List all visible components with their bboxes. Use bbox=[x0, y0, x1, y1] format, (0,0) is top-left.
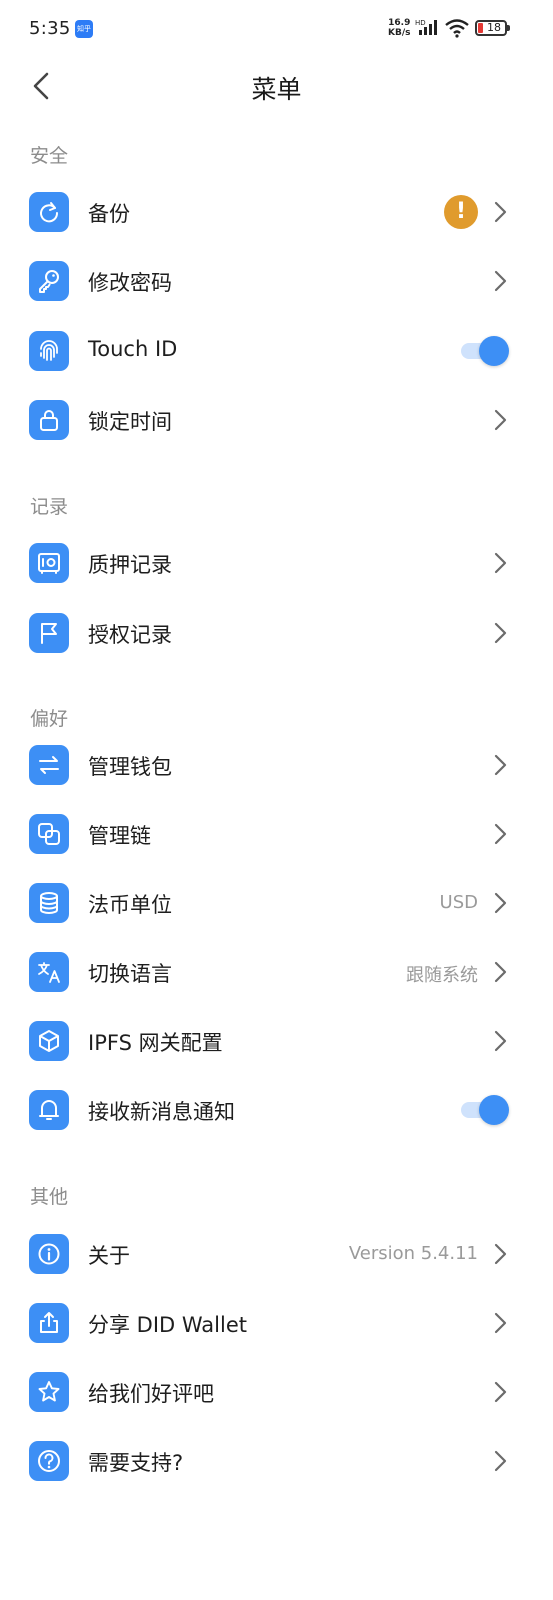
chevron-right-icon bbox=[494, 1030, 507, 1052]
bell-icon bbox=[29, 1090, 69, 1130]
menu-item-rate[interactable]: 给我们好评吧 bbox=[0, 1360, 553, 1424]
section-header-security: 安全 bbox=[30, 145, 69, 167]
menu-item-pledge-records[interactable]: 质押记录 bbox=[0, 531, 553, 595]
network-speed-unit: KB/s bbox=[388, 28, 411, 38]
network-speed-value: 16.9 bbox=[388, 18, 411, 28]
chevron-right-icon bbox=[494, 961, 507, 983]
lock-icon bbox=[29, 400, 69, 440]
menu-item-label: 法币单位 bbox=[88, 893, 172, 917]
database-icon bbox=[29, 883, 69, 923]
menu-item-manage-chain[interactable]: 管理链 bbox=[0, 802, 553, 866]
menu-item-manage-wallet[interactable]: 管理钱包 bbox=[0, 733, 553, 797]
menu-item-support[interactable]: 需要支持? bbox=[0, 1429, 553, 1493]
menu-item-lock-time[interactable]: 锁定时间 bbox=[0, 388, 553, 452]
swap-arrows-icon bbox=[29, 745, 69, 785]
menu-item-notifications: 接收新消息通知 bbox=[0, 1078, 553, 1142]
menu-item-backup[interactable]: 备份 ! bbox=[0, 180, 553, 244]
nav-bar: 菜单 bbox=[0, 58, 553, 118]
chevron-right-icon bbox=[494, 622, 507, 644]
section-header-preferences: 偏好 bbox=[30, 708, 69, 730]
chevron-right-icon bbox=[494, 1381, 507, 1403]
fiat-unit-value: USD bbox=[439, 892, 478, 913]
fingerprint-icon bbox=[29, 331, 69, 371]
menu-item-label: 授权记录 bbox=[88, 623, 172, 647]
menu-item-label: 锁定时间 bbox=[88, 410, 172, 434]
chevron-right-icon bbox=[494, 409, 507, 431]
info-icon bbox=[29, 1234, 69, 1274]
version-value: Version 5.4.11 bbox=[348, 1243, 478, 1264]
menu-item-label: IPFS 网关配置 bbox=[88, 1031, 223, 1055]
menu-item-fiat-unit[interactable]: 法币单位 USD bbox=[0, 871, 553, 935]
menu-item-change-password[interactable]: 修改密码 bbox=[0, 249, 553, 313]
menu-item-touch-id: Touch ID bbox=[0, 319, 553, 383]
menu-item-label: 管理链 bbox=[88, 824, 151, 848]
status-bar: 5:35 知乎 16.9 KB/s HD 18 bbox=[0, 0, 553, 58]
chevron-right-icon bbox=[494, 552, 507, 574]
menu-item-label: 给我们好评吧 bbox=[88, 1382, 214, 1406]
chevron-right-icon bbox=[494, 270, 507, 292]
menu-item-label: 分享 DID Wallet bbox=[88, 1313, 247, 1337]
menu-item-about[interactable]: 关于 Version 5.4.11 bbox=[0, 1222, 553, 1286]
translate-icon bbox=[29, 952, 69, 992]
chevron-right-icon bbox=[494, 754, 507, 776]
menu-item-share[interactable]: 分享 DID Wallet bbox=[0, 1291, 553, 1355]
menu-item-label: 切换语言 bbox=[88, 962, 172, 986]
app-notification-icon: 知乎 bbox=[75, 20, 93, 38]
notifications-toggle[interactable] bbox=[461, 1095, 509, 1125]
network-speed: 16.9 KB/s bbox=[388, 18, 410, 38]
section-header-records: 记录 bbox=[30, 496, 69, 518]
warning-badge: ! bbox=[444, 195, 478, 229]
chevron-right-icon bbox=[494, 201, 507, 223]
wifi-icon bbox=[445, 19, 469, 38]
share-icon bbox=[29, 1303, 69, 1343]
menu-item-label: 备份 bbox=[88, 202, 130, 226]
help-icon bbox=[29, 1441, 69, 1481]
language-value: 跟随系统 bbox=[406, 965, 478, 986]
chevron-right-icon bbox=[494, 1450, 507, 1472]
safe-icon bbox=[29, 543, 69, 583]
menu-item-label: 需要支持? bbox=[88, 1451, 184, 1475]
section-header-other: 其他 bbox=[30, 1186, 69, 1208]
battery-icon: 18 bbox=[475, 20, 510, 36]
menu-item-label: 接收新消息通知 bbox=[88, 1100, 235, 1124]
menu-item-label: 关于 bbox=[88, 1244, 130, 1268]
chevron-right-icon bbox=[494, 823, 507, 845]
menu-item-label: 修改密码 bbox=[88, 271, 172, 295]
chevron-right-icon bbox=[494, 1312, 507, 1334]
chevron-right-icon bbox=[494, 892, 507, 914]
star-icon bbox=[29, 1372, 69, 1412]
battery-level: 18 bbox=[487, 21, 501, 34]
flag-icon bbox=[29, 613, 69, 653]
menu-item-ipfs-gateway[interactable]: IPFS 网关配置 bbox=[0, 1009, 553, 1073]
svg-text:HD: HD bbox=[415, 19, 426, 27]
menu-item-label: 质押记录 bbox=[88, 553, 172, 577]
cube-icon bbox=[29, 1021, 69, 1061]
refresh-icon bbox=[29, 192, 69, 232]
signal-icon: HD bbox=[415, 19, 437, 35]
chevron-right-icon bbox=[494, 1243, 507, 1265]
page-title: 菜单 bbox=[251, 75, 302, 104]
key-icon bbox=[29, 261, 69, 301]
chain-link-icon bbox=[29, 814, 69, 854]
menu-item-switch-language[interactable]: 切换语言 跟随系统 bbox=[0, 940, 553, 1004]
menu-item-label: 管理钱包 bbox=[88, 755, 172, 779]
touch-id-toggle[interactable] bbox=[461, 336, 509, 366]
status-time: 5:35 bbox=[29, 18, 71, 39]
menu-item-authorization-records[interactable]: 授权记录 bbox=[0, 601, 553, 665]
menu-item-label: Touch ID bbox=[88, 337, 178, 361]
